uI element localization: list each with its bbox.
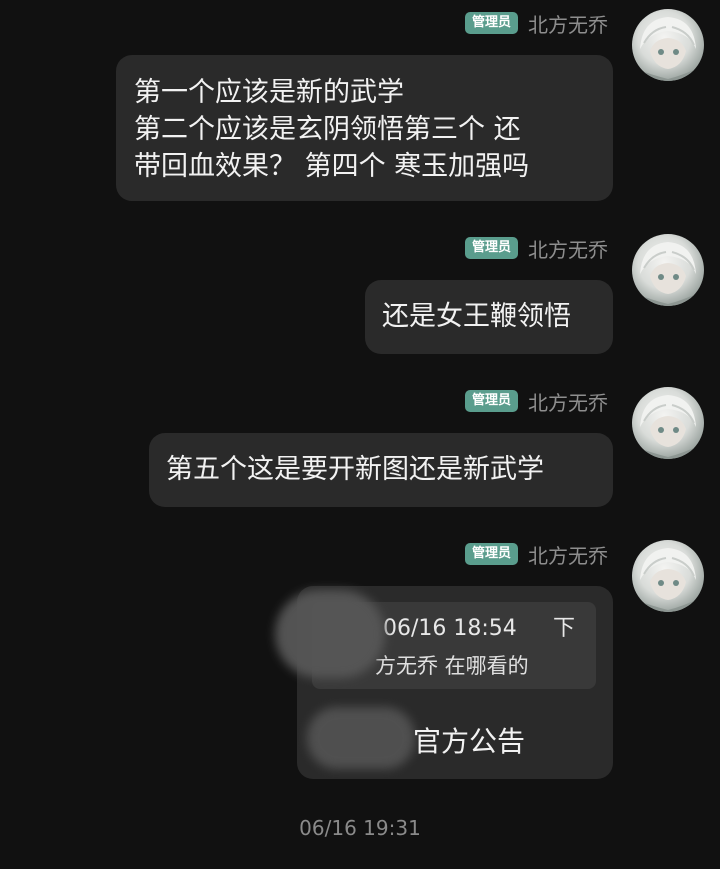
avatar[interactable] [632,234,704,306]
anime-avatar-icon [632,395,704,459]
message-meta: 管理员 北方无乔 [464,387,608,416]
message-line: 带回血效果？ 第四个 寒玉加强吗 [134,151,530,182]
avatar[interactable] [632,9,704,81]
message-text: 第五个这是要开新图还是新武学 [166,454,544,485]
sender-nickname[interactable]: 北方无乔 [528,9,608,38]
message-meta: 管理员 北方无乔 [464,9,608,38]
admin-badge: 管理员 [464,12,518,34]
avatar[interactable] [632,387,704,459]
redaction-blur [275,590,385,678]
sender-nickname[interactable]: 北方无乔 [528,234,608,263]
admin-badge: 管理员 [464,390,518,412]
time-separator: 06/16 19:31 [299,816,421,840]
message-line: 第一个应该是新的武学 [134,77,404,108]
message-text: 官方公告 [413,725,526,758]
quote-text: 方无乔 在哪看的 [375,654,529,678]
avatar[interactable] [632,540,704,612]
quote-timestamp: 06/16 18:54 [383,616,517,641]
message-meta: 管理员 北方无乔 [464,234,608,263]
message-text: 还是女王鞭领悟 [382,301,571,332]
anime-avatar-icon [632,548,704,612]
admin-badge: 管理员 [464,543,518,565]
message-bubble[interactable]: 第一个应该是新的武学 第二个应该是玄阴领悟第三个 还 带回血效果？ 第四个 寒玉… [116,55,613,201]
admin-badge: 管理员 [464,237,518,259]
message-meta: 管理员 北方无乔 [464,540,608,569]
message-line: 第二个应该是玄阴领悟第三个 还 [134,114,521,145]
message-bubble[interactable]: 还是女王鞭领悟 [365,280,613,354]
sender-nickname[interactable]: 北方无乔 [528,387,608,416]
message-bubble[interactable]: 第五个这是要开新图还是新武学 [149,433,613,507]
sender-nickname[interactable]: 北方无乔 [528,540,608,569]
anime-avatar-icon [632,242,704,306]
redaction-blur [307,707,415,769]
quote-jump-icon[interactable]: 下 [553,615,575,643]
anime-avatar-icon [632,17,704,81]
chat-window: 管理员 北方无乔 第一个应该是新的武学 第二个应该是玄阴领悟第三个 还 带回血效… [0,0,720,869]
message-bubble[interactable]: 06/16 18:54 下 方无乔 在哪看的 官方公告 [275,586,613,779]
